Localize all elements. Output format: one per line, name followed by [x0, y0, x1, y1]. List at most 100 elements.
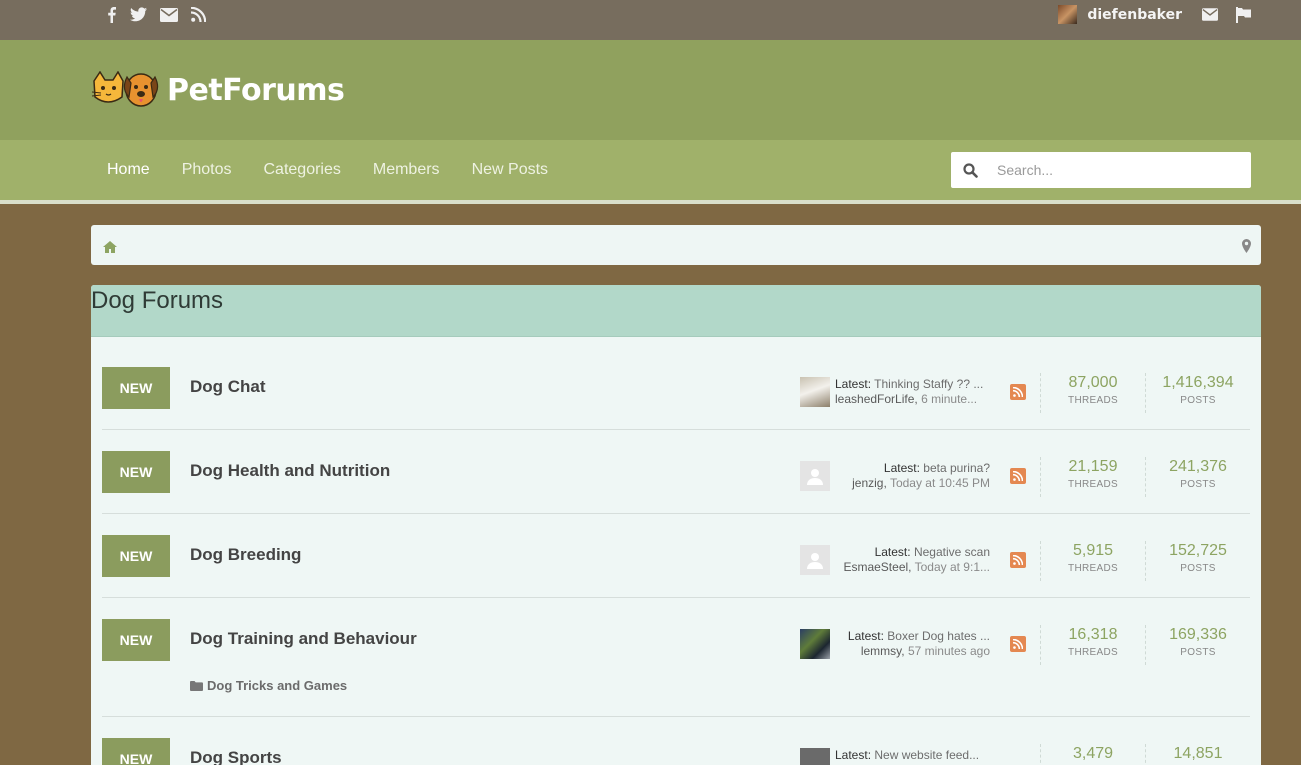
latest-user-link[interactable]: EsmaeSteel	[843, 560, 908, 574]
forum-title[interactable]: Dog Chat	[190, 377, 266, 397]
avatar[interactable]	[800, 748, 830, 765]
forum-category: Dog Forums NEW Dog Chat Latest: Thinking…	[91, 285, 1261, 765]
threads-label: THREADS	[1068, 395, 1118, 406]
threads-count: 16,318	[1068, 626, 1118, 643]
threads-count: 3,479	[1072, 745, 1114, 762]
nav-members[interactable]: Members	[357, 161, 456, 179]
latest-label: Latest:	[874, 545, 911, 559]
forum-title[interactable]: Dog Health and Nutrition	[190, 461, 390, 481]
username-link[interactable]: diefenbaker	[1087, 7, 1182, 23]
latest-user-link[interactable]: leashedForLife	[835, 392, 914, 406]
social-links	[106, 6, 206, 23]
new-badge[interactable]: NEW	[102, 451, 170, 493]
rss-icon[interactable]	[1010, 468, 1026, 484]
rss-icon[interactable]	[1010, 552, 1026, 568]
nav-new-posts[interactable]: New Posts	[456, 161, 564, 179]
threads-stat: 3,479	[1040, 744, 1145, 765]
latest-thread-link[interactable]: New website feed...	[874, 748, 979, 762]
latest-post: Latest: Boxer Dog hates ... lemmsy, 57 m…	[800, 629, 990, 661]
latest-thread-link[interactable]: Negative scan	[914, 545, 990, 559]
threads-count: 87,000	[1068, 374, 1118, 391]
forum-title[interactable]: Dog Sports	[190, 748, 282, 765]
main-nav: Home Photos Categories Members New Posts	[0, 140, 1301, 204]
location-pin-icon[interactable]	[1242, 238, 1251, 257]
breadcrumb	[91, 225, 1261, 265]
subforum-link[interactable]: Dog Tricks and Games	[190, 678, 347, 693]
posts-count: 169,336	[1169, 626, 1227, 643]
category-title[interactable]: Dog Forums	[91, 285, 1261, 315]
posts-label: POSTS	[1180, 479, 1216, 490]
latest-label: Latest:	[835, 748, 872, 762]
latest-time: Today at 9:1...	[914, 560, 990, 574]
logo-pets-icon	[91, 71, 159, 107]
home-icon[interactable]	[103, 238, 117, 257]
threads-label: THREADS	[1068, 647, 1118, 658]
rss-icon[interactable]	[1010, 636, 1026, 652]
latest-time: Today at 10:45 PM	[889, 476, 990, 490]
forum-row: NEW Dog Sports Latest: New website feed.…	[102, 717, 1250, 765]
user-menu: diefenbaker	[1058, 5, 1251, 24]
latest-label: Latest:	[883, 461, 920, 475]
threads-count: 5,915	[1072, 542, 1114, 559]
avatar[interactable]	[800, 377, 830, 407]
posts-count: 1,416,394	[1162, 374, 1234, 391]
new-badge[interactable]: NEW	[102, 367, 170, 409]
category-header: Dog Forums	[91, 285, 1261, 337]
avatar[interactable]	[1058, 5, 1078, 24]
site-header: PetForums	[0, 40, 1301, 140]
site-logo[interactable]: PetForums	[91, 71, 345, 109]
avatar[interactable]	[800, 629, 830, 659]
forum-row: NEW Dog Health and Nutrition Latest: bet…	[102, 430, 1250, 514]
threads-stat: 87,000 THREADS	[1040, 373, 1145, 413]
forum-title[interactable]: Dog Training and Behaviour	[190, 629, 417, 649]
latest-label: Latest:	[835, 377, 872, 391]
posts-label: POSTS	[1180, 647, 1216, 658]
latest-post: Latest: beta purina? jenzig, Today at 10…	[800, 461, 990, 493]
posts-stat: 14,851	[1145, 744, 1250, 765]
mail-icon[interactable]	[160, 6, 178, 23]
rss-icon[interactable]	[191, 6, 206, 23]
folder-icon	[190, 680, 203, 691]
facebook-icon[interactable]	[106, 6, 117, 23]
latest-user-link[interactable]: lemmsy	[861, 644, 901, 658]
forum-title[interactable]: Dog Breeding	[190, 545, 301, 565]
posts-count: 152,725	[1169, 542, 1227, 559]
latest-post: Latest: New website feed...	[800, 748, 990, 765]
top-bar: diefenbaker	[0, 0, 1301, 40]
latest-thread-link[interactable]: beta purina?	[923, 461, 990, 475]
search-box	[951, 152, 1251, 188]
forum-row: NEW Dog Chat Latest: Thinking Staffy ?? …	[102, 337, 1250, 430]
search-input[interactable]	[995, 161, 1239, 179]
mail-icon[interactable]	[1202, 8, 1218, 21]
forum-row: NEW Dog Breeding Latest: Negative scan E…	[102, 514, 1250, 598]
latest-post: Latest: Negative scan EsmaeSteel, Today …	[800, 545, 990, 577]
nav-home[interactable]: Home	[91, 161, 166, 179]
nav-photos[interactable]: Photos	[166, 161, 248, 179]
posts-label: POSTS	[1180, 395, 1216, 406]
threads-stat: 5,915 THREADS	[1040, 541, 1145, 581]
new-badge[interactable]: NEW	[102, 619, 170, 661]
new-badge[interactable]: NEW	[102, 738, 170, 765]
nav-categories[interactable]: Categories	[248, 161, 357, 179]
latest-thread-link[interactable]: Thinking Staffy ?? ...	[874, 377, 983, 391]
new-badge[interactable]: NEW	[102, 535, 170, 577]
avatar[interactable]	[800, 545, 830, 575]
latest-thread-link[interactable]: Boxer Dog hates ...	[887, 629, 990, 643]
threads-label: THREADS	[1068, 563, 1118, 574]
latest-time: 6 minute...	[921, 392, 978, 406]
posts-count: 241,376	[1169, 458, 1227, 475]
threads-stat: 21,159 THREADS	[1040, 457, 1145, 497]
latest-time: 57 minutes ago	[907, 644, 990, 658]
threads-label: THREADS	[1068, 479, 1118, 490]
avatar[interactable]	[800, 461, 830, 491]
latest-post: Latest: Thinking Staffy ?? ... leashedFo…	[800, 377, 990, 409]
rss-icon[interactable]	[1010, 384, 1026, 400]
search-icon[interactable]	[951, 162, 989, 178]
posts-stat: 1,416,394 POSTS	[1145, 373, 1250, 413]
posts-stat: 169,336 POSTS	[1145, 625, 1250, 665]
forum-row: NEW Dog Training and Behaviour Dog Trick…	[102, 598, 1250, 717]
flag-icon[interactable]	[1236, 6, 1251, 23]
posts-stat: 152,725 POSTS	[1145, 541, 1250, 581]
twitter-icon[interactable]	[130, 6, 147, 23]
latest-user-link[interactable]: jenzig	[852, 476, 883, 490]
